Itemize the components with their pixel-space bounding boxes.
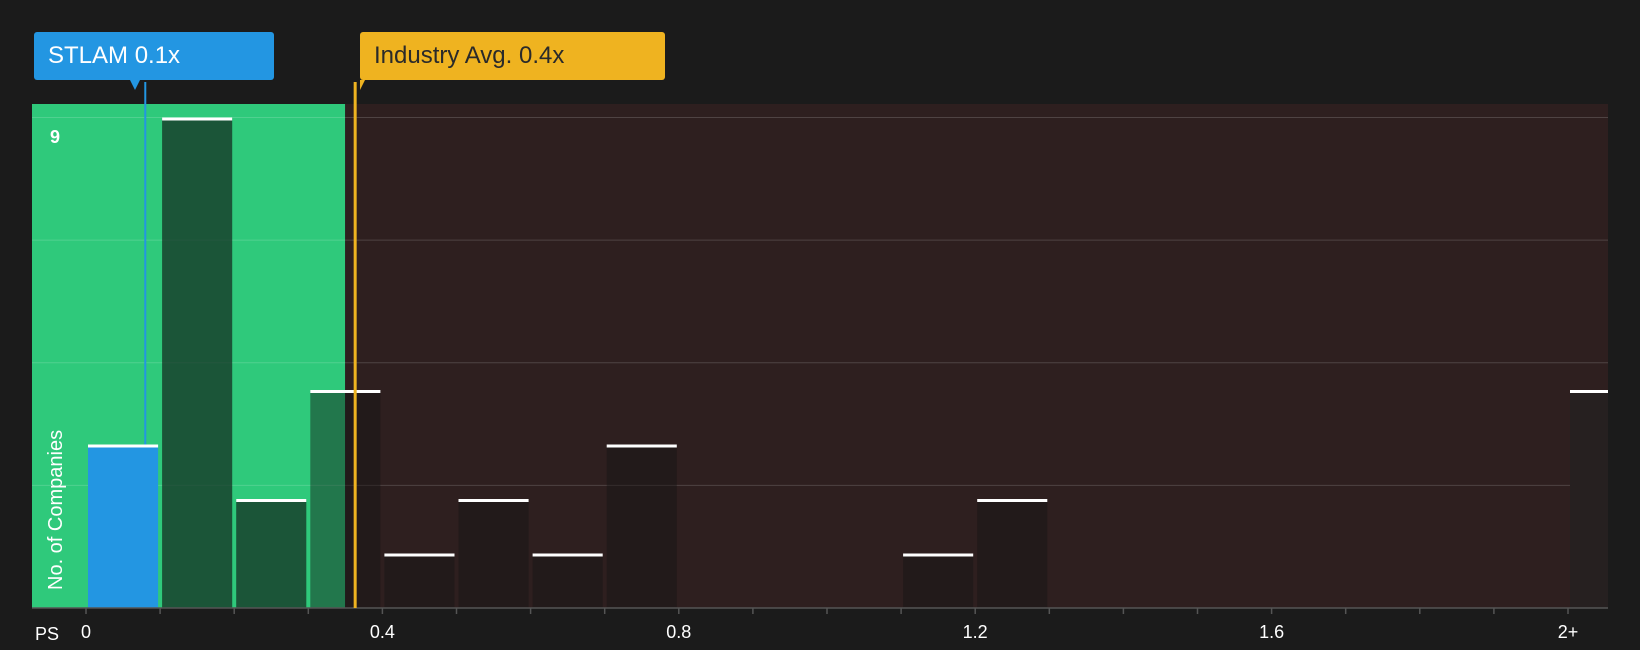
bar-0.7: [606, 444, 677, 608]
y-tick-label: 9: [50, 127, 60, 147]
company-ps-value: 0.1x: [134, 42, 181, 69]
x-axis-ticks: 0 0.4 0.8 1.2 1.6 2+: [81, 608, 1578, 642]
x-tick-label: 0: [81, 622, 91, 642]
bar-0.4: [384, 553, 455, 608]
industry-callout: Industry Avg. 0.4x: [360, 32, 665, 90]
company-callout-pointer: [130, 80, 140, 90]
x-axis-metric-label: PS: [35, 624, 59, 644]
bar-0.3: [310, 390, 381, 608]
industry-ps-value: 0.4x: [518, 42, 565, 69]
x-tick-label: 1.6: [1259, 622, 1284, 642]
bar-0.0: [88, 444, 159, 608]
above-average-zone: [345, 104, 1608, 608]
x-tick-label: 0.4: [370, 622, 395, 642]
bar-0.5: [458, 499, 529, 608]
bar-1.2: [977, 499, 1048, 608]
bar-2.0: [1570, 390, 1608, 608]
x-tick-label: 0.8: [666, 622, 691, 642]
company-ticker: STLAM: [48, 42, 129, 69]
industry-callout-pointer: [360, 80, 365, 90]
x-tick-label: 1.2: [963, 622, 988, 642]
bar-0.1: [162, 117, 233, 608]
bar-1.1: [903, 553, 974, 608]
bar-0.2: [236, 499, 307, 608]
ps-histogram-chart: 0 0.4 0.8 1.2 1.6 2+ 9 No. of Companies PS: [32, 82, 1608, 644]
bar-0.6: [532, 553, 603, 608]
x-tick-label: 2+: [1558, 622, 1579, 642]
y-axis-label: No. of Companies: [45, 430, 67, 590]
company-callout: STLAM 0.1x: [34, 32, 274, 90]
industry-label: Industry Avg.: [374, 42, 513, 69]
